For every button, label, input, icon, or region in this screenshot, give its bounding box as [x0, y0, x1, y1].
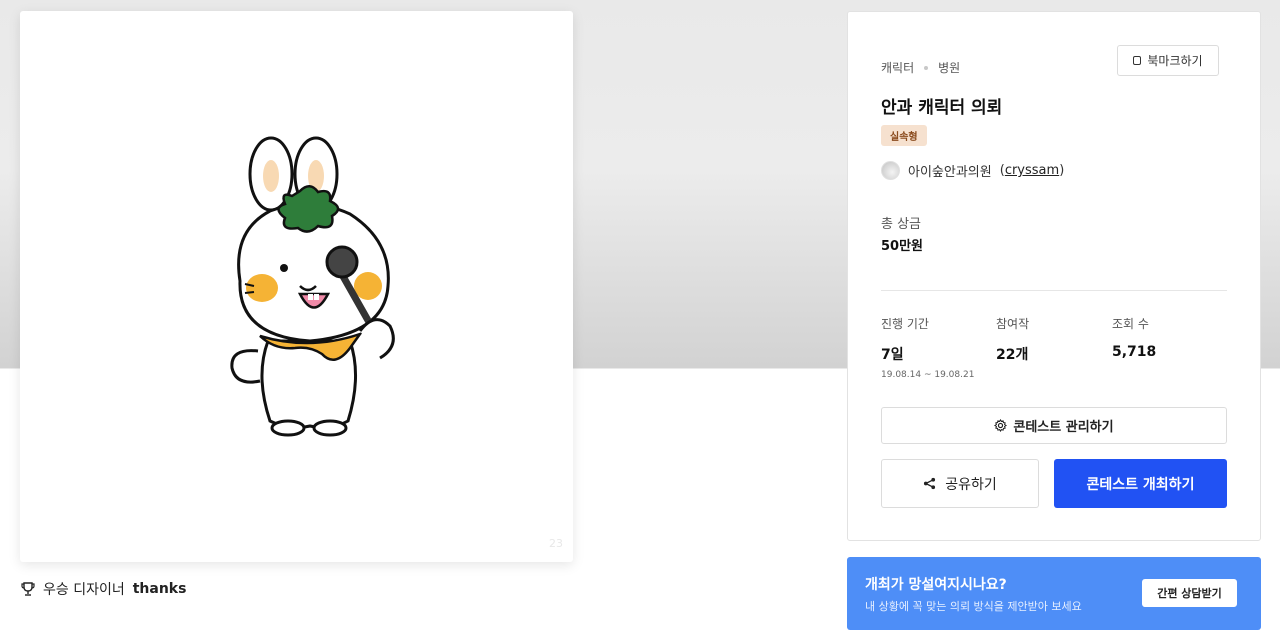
stat-views-label: 조회 수 [1112, 317, 1149, 331]
host-username-link[interactable]: cryssam [1005, 163, 1059, 178]
stat-entries-label: 참여작 [996, 317, 1030, 331]
host-avatar [881, 161, 900, 180]
stat-views: 조회 수 5,718 [1112, 315, 1156, 360]
stat-period-label: 진행 기간 [881, 317, 929, 331]
consult-promo-banner: 개최가 망설여지시나요? 내 상황에 꼭 맞는 의뢰 방식을 제안받아 보세요 … [847, 557, 1261, 630]
image-watermark: 23 [549, 537, 563, 550]
bookmark-icon [1133, 56, 1142, 65]
winner-designer-name[interactable]: thanks [133, 581, 187, 597]
prize-value: 50만원 [881, 239, 924, 254]
winning-entry-image[interactable]: 23 [20, 11, 573, 562]
stat-views-value: 5,718 [1112, 344, 1157, 360]
trophy-icon [21, 582, 35, 596]
stat-entries: 참여작 22개 [996, 315, 1029, 364]
winner-designer-line: 우승 디자이너 thanks [21, 579, 186, 599]
prize-label: 총 상금 [881, 217, 922, 232]
contest-info-panel: 캐릭터 병원 북마크하기 안과 캐릭터 의뢰 실속형 아이숲안과의원 (crys… [847, 11, 1261, 541]
stat-period-value: 7일 [881, 347, 904, 363]
divider [881, 290, 1227, 291]
quick-consult-button[interactable]: 간편 상담받기 [1142, 579, 1237, 607]
breadcrumb-subcategory[interactable]: 병원 [938, 59, 960, 76]
rabbit-mascot-illustration [230, 136, 395, 437]
host-name: 아이숲안과의원 [908, 165, 992, 180]
breadcrumb-separator [924, 65, 929, 70]
stat-entries-value: 22개 [996, 347, 1029, 363]
breadcrumb-category[interactable]: 캐릭터 [881, 59, 914, 76]
bookmark-label: 북마크하기 [1147, 54, 1203, 68]
promo-subtitle: 내 상황에 꼭 맞는 의뢰 방식을 제안받아 보세요 [865, 600, 1082, 613]
winner-label: 우승 디자이너 [43, 582, 125, 598]
contest-title: 안과 캐릭터 의뢰 [881, 98, 1003, 118]
stat-period: 진행 기간 7일 19.08.14 ~ 19.08.21 [881, 315, 974, 380]
stat-period-dates: 19.08.14 ~ 19.08.21 [881, 370, 975, 380]
share-label: 공유하기 [945, 476, 997, 493]
bookmark-button[interactable]: 북마크하기 [1117, 45, 1219, 76]
manage-contest-button[interactable]: 콘테스트 관리하기 [881, 407, 1227, 444]
breadcrumb: 캐릭터 병원 [881, 59, 960, 76]
host-user-wrapper: (cryssam) [999, 163, 1065, 178]
host-info: 아이숲안과의원 (cryssam) [881, 161, 1064, 180]
promo-title: 개최가 망설여지시나요? [865, 577, 1007, 593]
share-icon [924, 477, 936, 490]
host-contest-button[interactable]: 콘테스트 개최하기 [1054, 459, 1227, 508]
gear-icon [994, 419, 1008, 432]
contest-type-badge: 실속형 [881, 125, 927, 146]
manage-contest-label: 콘테스트 관리하기 [1013, 420, 1114, 435]
share-button[interactable]: 공유하기 [881, 459, 1039, 508]
